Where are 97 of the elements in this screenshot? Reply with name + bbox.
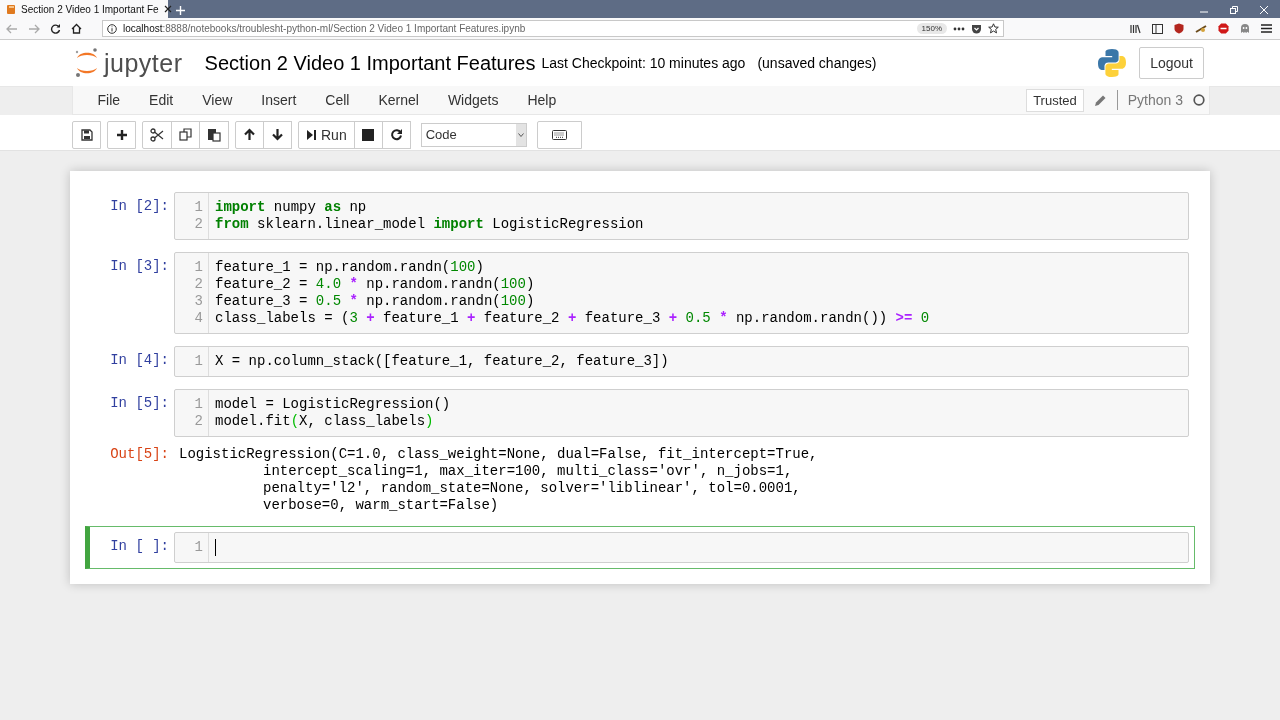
home-icon[interactable] [71, 23, 82, 34]
output-text: LogisticRegression(C=1.0, class_weight=None, dual=False, fit_intercept=True, intercept_scaling=1, max_iter=100, multi_class='ovr', n_jobs=1, penalty='l2', random_state=None, solver='liblinear', tol=0.0001, verbose=0, warm_start=False) [178, 446, 818, 514]
input-prompt: In [2]: [109, 197, 170, 215]
menu-item[interactable]: File [83, 92, 135, 108]
input-prompt: In [3]: [109, 257, 170, 275]
line-number: 1 [194, 259, 203, 276]
library-icon[interactable] [1130, 23, 1141, 34]
plus-icon[interactable] [176, 6, 185, 15]
code-line: X = np.column_stack([feature_1, feature_2, feature_3]) [215, 353, 670, 370]
restart-button[interactable] [381, 120, 411, 149]
menu-item[interactable]: Help [512, 92, 571, 108]
text-cursor [215, 539, 216, 556]
code-line: model.fit(X, class_labels) [215, 413, 435, 430]
info-icon [107, 23, 117, 34]
menu-item[interactable]: Widgets [433, 92, 513, 108]
extension-icon[interactable] [1195, 23, 1207, 34]
line-number: 2 [194, 413, 203, 430]
star-icon[interactable] [988, 23, 999, 34]
line-number: 2 [194, 216, 203, 233]
menu-item[interactable]: Edit [134, 92, 188, 108]
menu-item[interactable]: Insert [246, 92, 311, 108]
code-line: feature_3 = 0.5 * np.random.randn(100) [215, 293, 536, 310]
code-line: model = LogisticRegression() [215, 396, 452, 413]
menu-item[interactable]: Cell [310, 92, 364, 108]
code-input[interactable]: 1 2 model = LogisticRegression() model.fit(X, class_labels) [174, 389, 1189, 437]
restart-icon [389, 128, 403, 141]
zoom-badge[interactable]: 150% [916, 23, 947, 34]
notebook-title[interactable]: Section 2 Video 1 Important Features [204, 51, 536, 75]
line-number: 3 [194, 293, 203, 310]
book-icon [6, 3, 16, 15]
stop-button[interactable] [353, 120, 383, 149]
address-bar[interactable]: localhost:8888/notebooks/troublesht-python-ml/Section 2 Video 1 Important Features.ipynb 150% [102, 20, 1004, 37]
output-prompt: Out[5]: [109, 446, 170, 463]
checkpoint-text: Last Checkpoint: 10 minutes ago [541, 55, 746, 71]
arrow-up-icon [243, 128, 256, 141]
caret-icon [517, 132, 524, 137]
pocket-icon[interactable] [971, 23, 982, 34]
save-status: (unsaved changes) [757, 55, 877, 71]
save-button[interactable] [72, 120, 101, 149]
close-icon[interactable] [163, 5, 172, 13]
url-text: localhost:8888/notebooks/troublesht-python-ml/Section 2 Video 1 Important Features.ipynb [123, 23, 527, 34]
logout-button[interactable]: Logout [1139, 47, 1204, 79]
run-button[interactable]: Run [298, 120, 355, 149]
move-up-button[interactable] [235, 120, 264, 149]
menu-item[interactable]: View [187, 92, 247, 108]
kernel-name[interactable]: Python 3 [1127, 92, 1183, 108]
line-number: 1 [194, 353, 203, 370]
line-number: 1 [194, 199, 203, 216]
cell-type-select[interactable]: Code [420, 122, 527, 147]
move-down-button[interactable] [263, 120, 292, 149]
code-line: feature_2 = 4.0 * np.random.randn(100) [215, 276, 536, 293]
line-number: 1 [194, 396, 203, 413]
orbit-icon [74, 47, 100, 79]
menu-icon[interactable] [1261, 24, 1272, 33]
step-forward-icon [306, 128, 316, 141]
code-input[interactable] [174, 252, 1189, 334]
copy-icon [179, 128, 192, 141]
code-cell[interactable]: In [2]: 1 2 import numpy as np from sklearn.linear_model import LogisticRegression [85, 186, 1195, 246]
code-input[interactable]: 1 X = np.column_stack([feature_1, feature_2, feature_3]) [174, 346, 1189, 377]
jupyter-logo[interactable]: jupyter [74, 47, 183, 79]
scissors-icon [150, 127, 164, 142]
paste-icon [207, 127, 221, 142]
pencil-icon[interactable] [1093, 93, 1107, 107]
cut-button[interactable] [142, 120, 172, 149]
input-prompt: In [5]: [109, 394, 170, 412]
code-cell[interactable]: In [ ]: 1 [85, 526, 1195, 569]
code-cell[interactable]: In [4]: 1 X = np.column_stack([feature_1, feature_2, feature_3]) [85, 340, 1195, 383]
input-prompt: In [ ]: [109, 537, 170, 555]
plus-icon [115, 128, 128, 141]
copy-button[interactable] [171, 120, 200, 149]
more-icon[interactable] [953, 26, 965, 31]
insert-cell-button[interactable] [107, 120, 136, 149]
arrow-down-icon [271, 128, 284, 141]
stop-icon [362, 128, 375, 141]
line-number: 4 [194, 310, 203, 327]
input-prompt: In [4]: [109, 351, 170, 369]
circle-icon [1193, 94, 1205, 106]
keyboard-button[interactable] [536, 120, 582, 149]
code-input[interactable]: 1 2 import numpy as np from sklearn.linear_model import LogisticRegression [174, 192, 1189, 240]
sidebar-icon[interactable] [1152, 23, 1163, 34]
code-line: class_labels = (3 + feature_1 + feature_2 + feature_3 + 0.5 * np.random.randn()) >= 0 [215, 310, 931, 327]
code-line: feature_1 = np.random.randn(100) [215, 259, 485, 276]
line-number: 1 [194, 539, 203, 556]
shield-icon[interactable] [1174, 23, 1184, 34]
ghost-icon[interactable] [1240, 23, 1250, 34]
line-number: 2 [194, 276, 203, 293]
restore-icon[interactable] [1230, 6, 1238, 14]
keyboard-icon [551, 129, 567, 140]
save-icon [80, 128, 93, 141]
snake-icon [1097, 48, 1128, 78]
code-line: from sklearn.linear_model import LogisticRegression [215, 216, 645, 233]
stop-sign-icon[interactable] [1218, 23, 1229, 34]
code-line: import numpy as np [215, 199, 368, 216]
paste-button[interactable] [199, 120, 229, 149]
menu-item[interactable]: Kernel [363, 92, 434, 108]
reload-icon[interactable] [50, 23, 61, 34]
trusted-badge[interactable]: Trusted [1026, 88, 1084, 112]
